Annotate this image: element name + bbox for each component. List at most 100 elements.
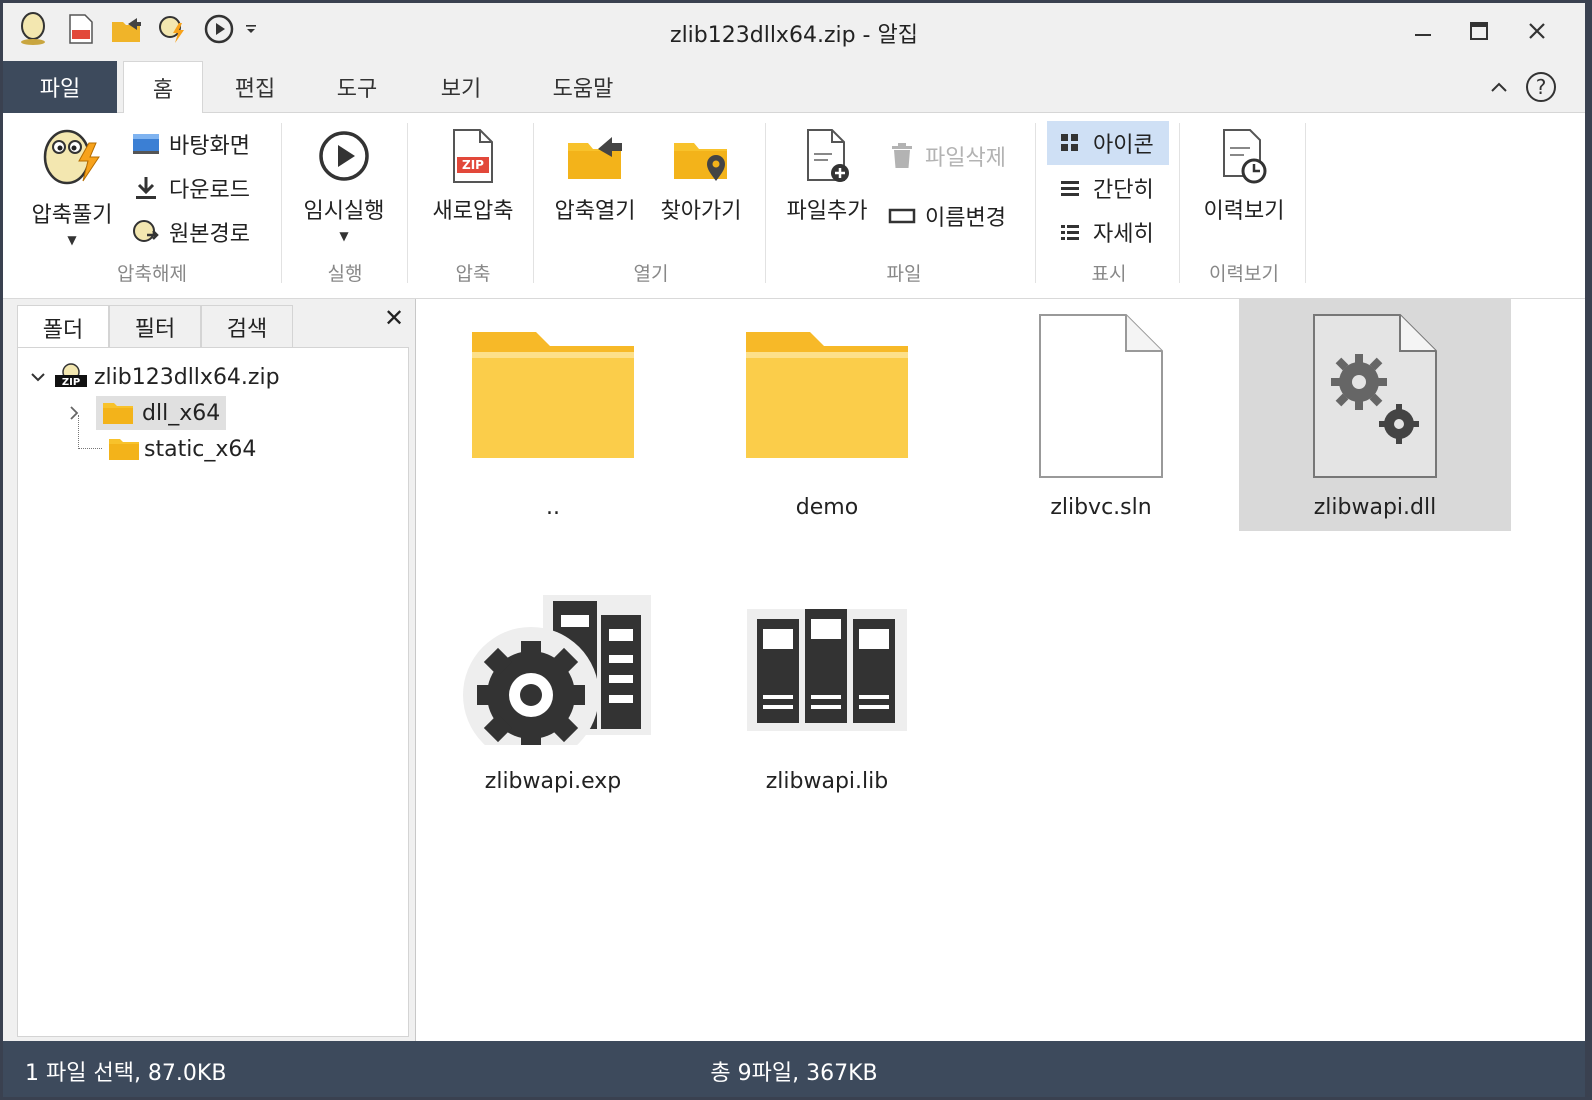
- file-item-zlibvc-sln[interactable]: zlibvc.sln: [965, 299, 1237, 531]
- file-name: demo: [795, 495, 859, 520]
- open-archive-button[interactable]: 압축열기: [545, 127, 645, 225]
- simple-list-icon: [1055, 173, 1085, 203]
- rename-icon: [887, 201, 917, 231]
- close-button[interactable]: [1507, 11, 1567, 51]
- extract-desktop-button[interactable]: 바탕화면: [131, 125, 250, 163]
- pane-close-icon[interactable]: ✕: [379, 303, 409, 333]
- history-icon: [1223, 129, 1267, 184]
- tab-home[interactable]: 홈: [123, 61, 203, 114]
- help-icon[interactable]: ?: [1521, 61, 1561, 113]
- view-simple-button[interactable]: 간단히: [1055, 169, 1154, 207]
- group-label-open: 열기: [633, 263, 669, 285]
- temp-run-button[interactable]: 임시실행 ▼: [289, 127, 399, 243]
- file-name: zlibwapi.lib: [765, 769, 889, 794]
- dll-gear-document-icon: [1313, 314, 1437, 478]
- file-list: .. demo zlibvc.sln zlibwapi.dll zlibwapi…: [417, 299, 1585, 1041]
- detail-list-icon: [1055, 217, 1085, 247]
- collapse-ribbon-icon[interactable]: [1481, 61, 1517, 113]
- add-file-icon: [807, 129, 849, 182]
- tree-root[interactable]: ZIP zlib123dllx64.zip: [30, 360, 280, 394]
- open-archive-label: 압축열기: [554, 199, 636, 224]
- download-icon: [131, 173, 161, 203]
- tab-search[interactable]: 검색: [201, 305, 293, 347]
- ribbon-separator: [1305, 123, 1306, 283]
- zip-file-icon: ZIP: [453, 129, 493, 183]
- delete-file-label: 파일삭제: [925, 146, 1006, 171]
- new-compress-button[interactable]: ZIP 새로압축: [415, 127, 531, 225]
- minimize-button[interactable]: [1393, 11, 1453, 51]
- tab-help[interactable]: 도움말: [533, 61, 633, 113]
- ribbon-separator: [407, 123, 408, 283]
- ribbon-tab-bar: 파일 홈 편집 도구 보기 도움말 ?: [3, 61, 1585, 114]
- file-item-zlibwapi-dll[interactable]: zlibwapi.dll: [1239, 299, 1511, 531]
- folder-open-arrow-icon: [568, 137, 622, 179]
- extract-label: 압축풀기: [31, 203, 113, 228]
- tab-file[interactable]: 파일: [3, 61, 117, 113]
- origin-path-icon: [131, 217, 161, 247]
- ribbon-separator: [533, 123, 534, 283]
- collapse-chevron-icon[interactable]: [30, 371, 54, 383]
- ribbon-separator: [1035, 123, 1036, 283]
- alzip-mascot-icon: [43, 129, 100, 185]
- view-detail-label: 자세히: [1093, 222, 1154, 247]
- folder-pane: 폴더 필터 검색 ✕ ZIP zlib123dllx64.zip dll_x64…: [3, 299, 416, 1041]
- maximize-button[interactable]: [1449, 11, 1509, 51]
- file-item-demo[interactable]: demo: [691, 299, 963, 531]
- file-item-zlibwapi-exp[interactable]: zlibwapi.exp: [417, 573, 689, 805]
- view-simple-label: 간단히: [1093, 178, 1154, 203]
- view-icon-label: 아이콘: [1093, 133, 1154, 158]
- find-location-label: 찾아가기: [660, 199, 742, 224]
- extract-button[interactable]: 압축풀기 ▼: [17, 123, 127, 247]
- group-label-history: 이력보기: [1209, 263, 1279, 285]
- history-button[interactable]: 이력보기: [1189, 127, 1299, 225]
- folder-icon: [746, 332, 908, 458]
- gear-server-icon: [463, 595, 651, 745]
- folder-icon: [102, 436, 144, 462]
- svg-text:?: ?: [1536, 75, 1547, 99]
- trash-icon: [887, 141, 917, 171]
- folder-location-icon: [674, 143, 727, 181]
- file-name: zlibwapi.exp: [484, 769, 622, 794]
- extract-dropdown-icon[interactable]: ▼: [67, 233, 76, 247]
- tree-connector: [78, 415, 102, 449]
- extract-origin-label: 원본경로: [169, 222, 250, 247]
- file-name: zlibvc.sln: [1050, 495, 1152, 520]
- tab-view[interactable]: 보기: [421, 61, 501, 113]
- title-bar: zlib123dllx64.zip - 알집: [3, 3, 1585, 61]
- tab-tools[interactable]: 도구: [317, 61, 397, 113]
- history-label: 이력보기: [1203, 199, 1285, 224]
- file-item-parent[interactable]: ..: [417, 299, 689, 531]
- tree-item-static-x64[interactable]: static_x64: [78, 415, 257, 466]
- tree-item-label: static_x64: [144, 436, 257, 462]
- app-window: zlib123dllx64.zip - 알집 파일 홈 편집 도구 보기 도움말…: [3, 3, 1585, 1097]
- group-label-compress: 압축: [455, 263, 491, 285]
- group-label-view: 표시: [1091, 263, 1127, 285]
- tab-folder[interactable]: 폴더: [17, 305, 109, 349]
- file-item-zlibwapi-lib[interactable]: zlibwapi.lib: [691, 573, 963, 805]
- view-icon-button[interactable]: 아이콘: [1047, 121, 1169, 165]
- group-label-file: 파일: [886, 263, 922, 285]
- find-location-button[interactable]: 찾아가기: [651, 127, 751, 225]
- ribbon-separator: [281, 123, 282, 283]
- blank-document-icon: [1039, 314, 1163, 478]
- delete-file-button[interactable]: 파일삭제: [887, 137, 1006, 175]
- temp-run-dropdown-icon[interactable]: ▼: [339, 229, 348, 243]
- ribbon-separator: [765, 123, 766, 283]
- zip-archive-icon: ZIP: [54, 362, 94, 392]
- view-detail-button[interactable]: 자세히: [1055, 213, 1154, 251]
- extract-origin-button[interactable]: 원본경로: [131, 213, 250, 251]
- play-icon: [319, 131, 369, 181]
- new-compress-label: 새로압축: [432, 199, 514, 224]
- tab-edit[interactable]: 편집: [215, 61, 295, 113]
- group-label-extract: 압축해제: [117, 263, 187, 285]
- library-books-icon: [747, 609, 907, 731]
- tab-filter[interactable]: 필터: [109, 305, 201, 347]
- folder-icon: [102, 400, 142, 426]
- extract-download-button[interactable]: 다운로드: [131, 169, 250, 207]
- ribbon: 압축풀기 ▼ 바탕화면 다운로드 원본경로 압축해제 임시실행 ▼ 실행 ZIP…: [3, 113, 1585, 299]
- desktop-icon: [131, 129, 161, 159]
- folder-tree: ZIP zlib123dllx64.zip dll_x64 static_x64: [17, 347, 409, 1037]
- extract-desktop-label: 바탕화면: [169, 134, 250, 159]
- rename-button[interactable]: 이름변경: [887, 197, 1006, 235]
- add-file-button[interactable]: 파일추가: [775, 127, 879, 225]
